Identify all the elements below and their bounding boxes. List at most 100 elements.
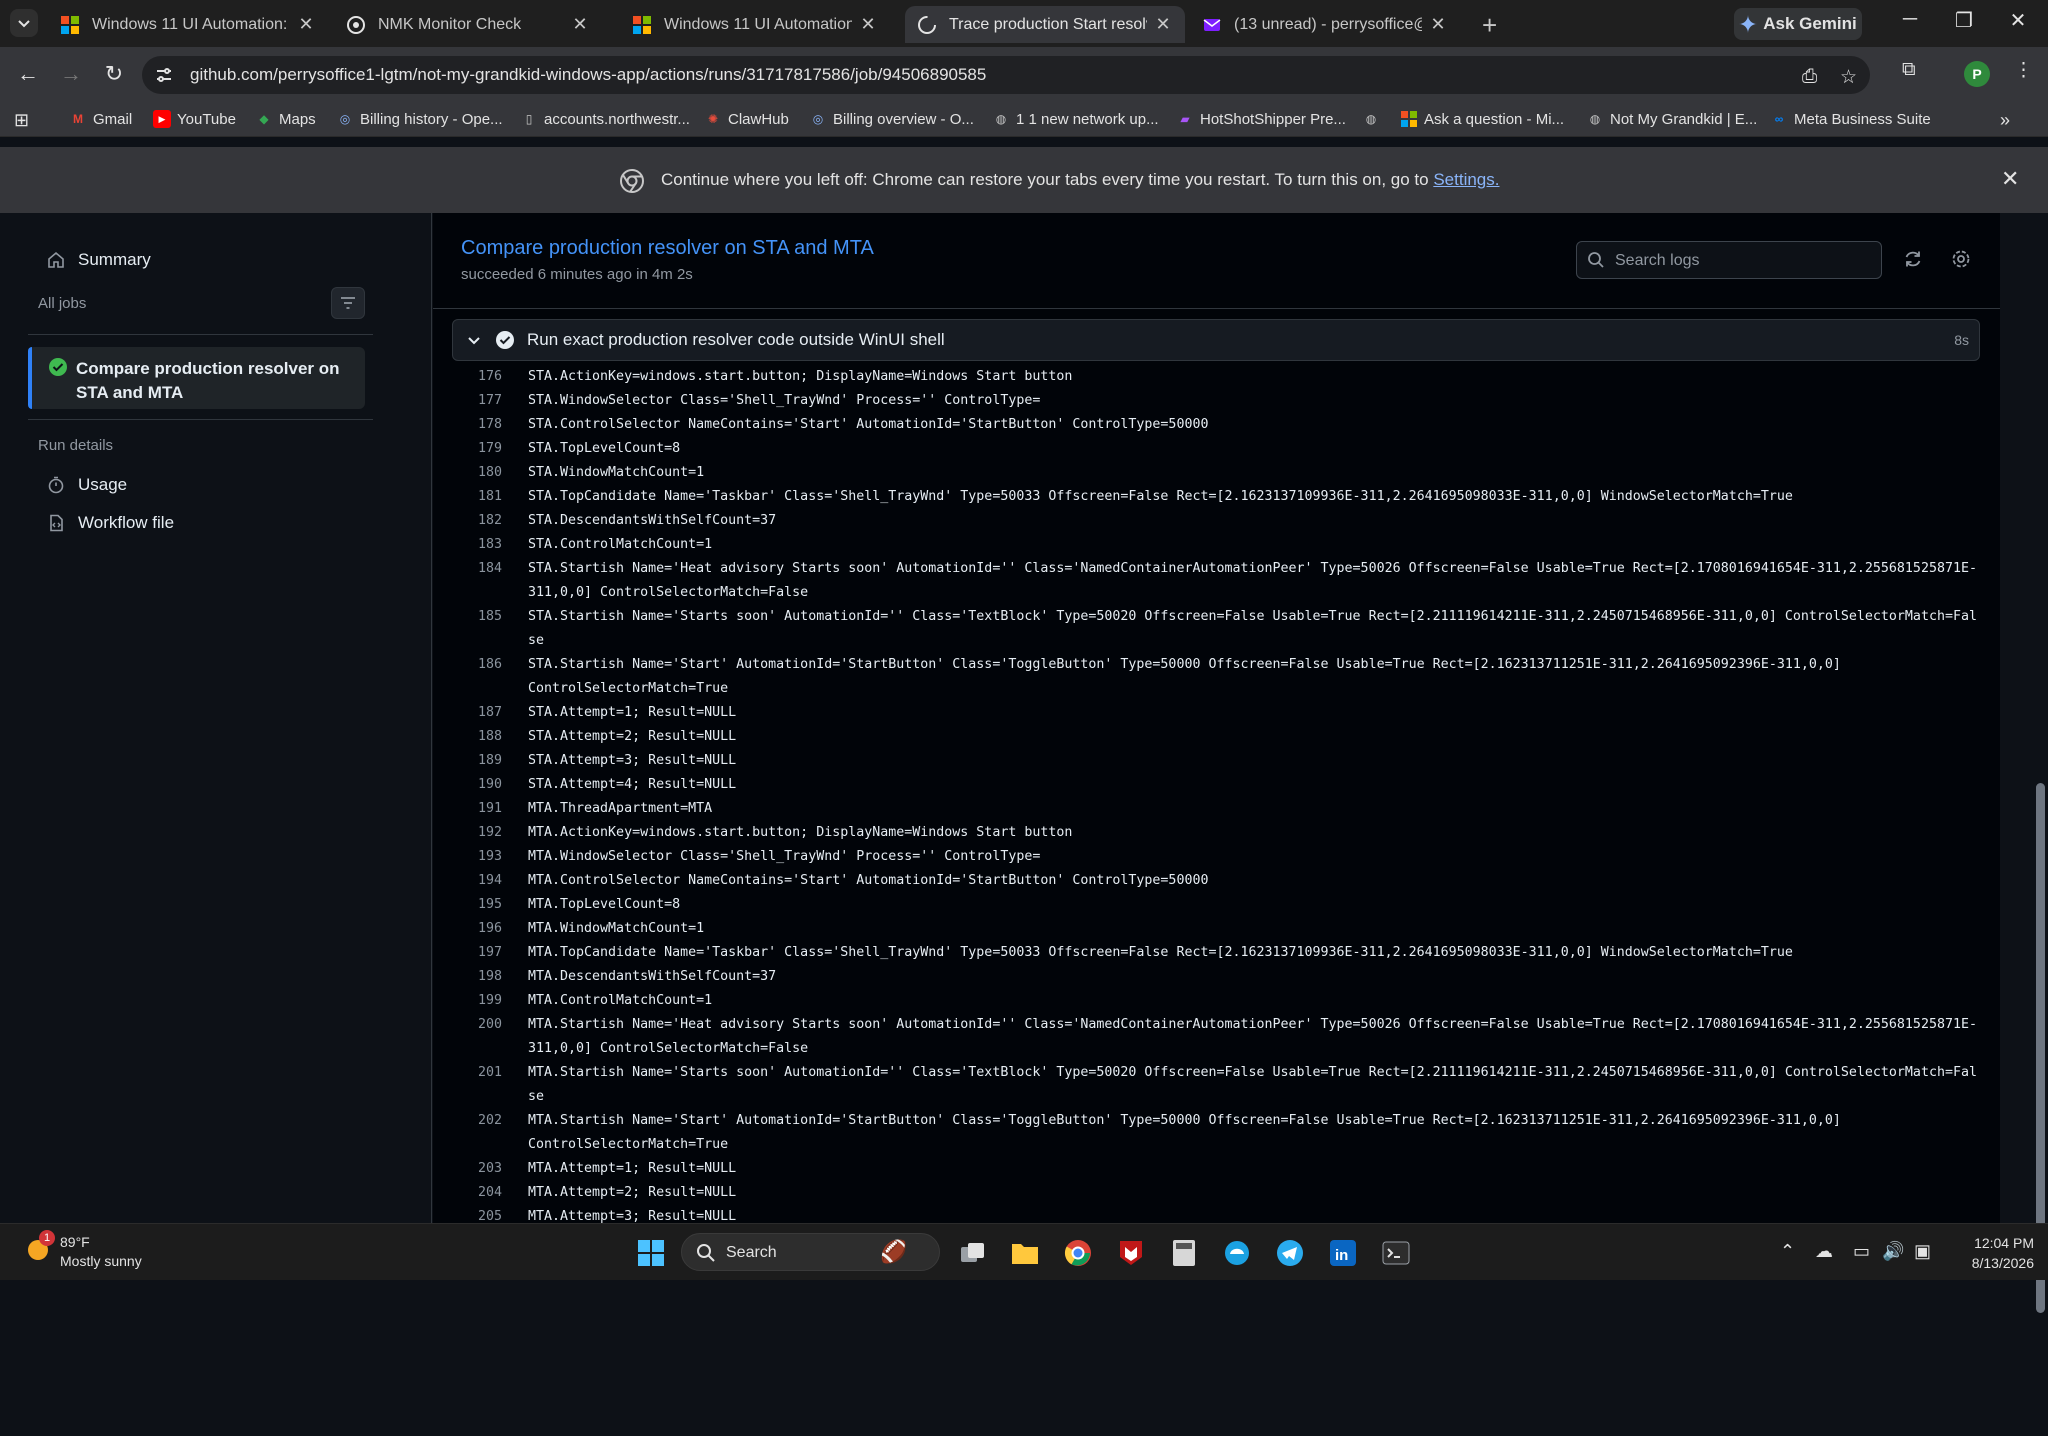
job-item-compare-resolver[interactable]: Compare production resolver on STA and M… xyxy=(28,347,365,409)
log-line-number[interactable]: 195 xyxy=(452,893,502,917)
sidebar-item-summary[interactable]: Summary xyxy=(46,250,151,270)
apps-grid-icon[interactable]: ⊞ xyxy=(14,110,29,131)
edge-app-icon[interactable] xyxy=(1220,1236,1254,1270)
browser-tab-4-active[interactable]: Trace production Start resolver ✕ xyxy=(905,6,1185,43)
log-line-number[interactable]: 197 xyxy=(452,941,502,965)
log-line-number[interactable]: 202 xyxy=(452,1109,502,1157)
battery-icon[interactable]: ▣ xyxy=(1914,1241,1931,1262)
log-line-number[interactable]: 196 xyxy=(452,917,502,941)
forward-icon[interactable]: → xyxy=(56,61,86,87)
log-line-number[interactable]: 178 xyxy=(452,413,502,437)
page-scrollbar[interactable] xyxy=(2033,433,2048,1436)
telegram-icon[interactable] xyxy=(1273,1236,1307,1270)
log-line-number[interactable]: 199 xyxy=(452,989,502,1013)
back-icon[interactable]: ← xyxy=(13,61,43,87)
bookmark-billing-history[interactable]: ◎ Billing history - Ope... xyxy=(336,110,503,128)
close-window-icon[interactable]: ✕ xyxy=(1998,8,2038,33)
bookmark-meta-business-suite[interactable]: ∞ Meta Business Suite xyxy=(1770,110,1931,128)
log-line-number[interactable]: 186 xyxy=(452,653,502,701)
bookmark-accounts[interactable]: ▯ accounts.northwestr... xyxy=(520,110,690,128)
chrome-taskbar-icon[interactable] xyxy=(1061,1236,1095,1270)
sidebar-item-workflow-file[interactable]: Workflow file xyxy=(46,513,174,533)
bookmark-gmail[interactable]: M Gmail xyxy=(69,110,132,128)
bookmark-not-my-grandkid[interactable]: ◍ Not My Grandkid | E... xyxy=(1586,110,1758,128)
search-logs-input[interactable]: Search logs xyxy=(1576,241,1882,279)
step-header[interactable]: Run exact production resolver code outsi… xyxy=(452,319,1980,361)
bookmark-hotshotshipper[interactable]: ▰ HotShotShipper Pre... xyxy=(1176,110,1346,128)
profile-avatar[interactable]: P xyxy=(1964,61,1990,87)
log-line-number[interactable]: 187 xyxy=(452,701,502,725)
ask-gemini-button[interactable]: Ask Gemini xyxy=(1734,8,1862,40)
log-line-number[interactable]: 204 xyxy=(452,1181,502,1205)
bookmark-star-icon[interactable]: ☆ xyxy=(1840,66,1857,89)
log-line-number[interactable]: 183 xyxy=(452,533,502,557)
more-bookmarks-icon[interactable]: » xyxy=(2000,110,2010,131)
taskbar-search[interactable]: Search 🏈 xyxy=(681,1233,940,1271)
file-explorer-icon[interactable] xyxy=(1008,1236,1042,1270)
close-icon[interactable]: ✕ xyxy=(1153,14,1173,35)
log-line-number[interactable]: 181 xyxy=(452,485,502,509)
filter-jobs-button[interactable] xyxy=(331,287,365,319)
extensions-icon[interactable]: ⧉ xyxy=(1902,59,1916,81)
show-hidden-icons[interactable]: ⌃ xyxy=(1780,1241,1795,1262)
task-view-icon[interactable] xyxy=(956,1236,990,1270)
start-button[interactable] xyxy=(634,1236,668,1270)
close-icon[interactable]: ✕ xyxy=(1428,14,1448,35)
bookmark-billing-overview[interactable]: ◎ Billing overview - O... xyxy=(809,110,974,128)
onedrive-icon[interactable]: ☁ xyxy=(1815,1241,1833,1262)
log-line-number[interactable]: 180 xyxy=(452,461,502,485)
log-line-number[interactable]: 191 xyxy=(452,797,502,821)
log-line-number[interactable]: 200 xyxy=(452,1013,502,1061)
log-line-number[interactable]: 193 xyxy=(452,845,502,869)
linkedin-icon[interactable]: in xyxy=(1326,1236,1360,1270)
bookmark-network-update[interactable]: ◍ 1 1 new network up... xyxy=(992,110,1159,128)
log-line-number[interactable]: 198 xyxy=(452,965,502,989)
minimize-icon[interactable]: ─ xyxy=(1890,8,1930,31)
reload-icon[interactable]: ↻ xyxy=(99,61,129,87)
browser-tab-3[interactable]: Windows 11 UI Automation: Re ✕ xyxy=(620,6,890,43)
log-line-number[interactable]: 182 xyxy=(452,509,502,533)
log-line-number[interactable]: 185 xyxy=(452,605,502,653)
log-line-number[interactable]: 194 xyxy=(452,869,502,893)
restore-icon[interactable]: ❐ xyxy=(1944,8,1984,33)
bookmark-clawhub[interactable]: ✺ ClawHub xyxy=(704,110,789,128)
chevron-down-icon[interactable] xyxy=(466,332,482,348)
site-info-icon[interactable] xyxy=(154,65,174,85)
close-icon[interactable]: ✕ xyxy=(296,14,316,35)
new-tab-button[interactable]: + xyxy=(1482,10,1497,41)
terminal-icon[interactable] xyxy=(1379,1236,1413,1270)
log-line-number[interactable]: 176 xyxy=(452,365,502,389)
refresh-icon[interactable] xyxy=(1903,249,1923,269)
mcafee-icon[interactable] xyxy=(1114,1236,1148,1270)
menu-kebab-icon[interactable]: ⋮ xyxy=(2014,59,2033,82)
weather-widget[interactable]: 1 89°F Mostly sunny xyxy=(24,1230,142,1269)
job-heading[interactable]: Compare production resolver on STA and M… xyxy=(461,237,874,260)
log-line-number[interactable]: 188 xyxy=(452,725,502,749)
address-bar[interactable]: github.com/perrysoffice1-lgtm/not-my-gra… xyxy=(142,56,1870,94)
log-line-number[interactable]: 184 xyxy=(452,557,502,605)
gear-icon[interactable] xyxy=(1951,249,1971,269)
settings-link[interactable]: Settings. xyxy=(1433,170,1499,189)
tab-search-button[interactable] xyxy=(10,9,38,37)
sidebar-item-usage[interactable]: Usage xyxy=(46,475,127,495)
network-icon[interactable]: ▭ xyxy=(1853,1241,1870,1262)
browser-tab-5[interactable]: (13 unread) - perrysoffice@yah ✕ xyxy=(1190,6,1460,43)
log-line-number[interactable]: 179 xyxy=(452,437,502,461)
calculator-icon[interactable] xyxy=(1167,1236,1201,1270)
log-line-number[interactable]: 201 xyxy=(452,1061,502,1109)
browser-tab-1[interactable]: Windows 11 UI Automation: Re ✕ xyxy=(48,6,328,43)
log-line-number[interactable]: 203 xyxy=(452,1157,502,1181)
log-line-number[interactable]: 177 xyxy=(452,389,502,413)
log-line-number[interactable]: 190 xyxy=(452,773,502,797)
bookmark-globe[interactable]: ◍ xyxy=(1362,110,1386,128)
log-line-number[interactable]: 189 xyxy=(452,749,502,773)
taskbar-clock[interactable]: 12:04 PM 8/13/2026 xyxy=(1944,1233,2034,1273)
install-app-icon[interactable]: ⎙ xyxy=(1802,66,1817,88)
close-icon[interactable]: ✕ xyxy=(2001,166,2019,192)
browser-tab-2[interactable]: NMK Monitor Check ✕ xyxy=(334,6,602,43)
volume-icon[interactable]: 🔊 xyxy=(1882,1241,1904,1262)
bookmark-youtube[interactable]: ▶ YouTube xyxy=(153,110,236,128)
bookmark-ask-question[interactable]: Ask a question - Mi... xyxy=(1400,110,1564,128)
bookmark-maps[interactable]: ◆ Maps xyxy=(255,110,315,128)
close-icon[interactable]: ✕ xyxy=(570,14,590,35)
